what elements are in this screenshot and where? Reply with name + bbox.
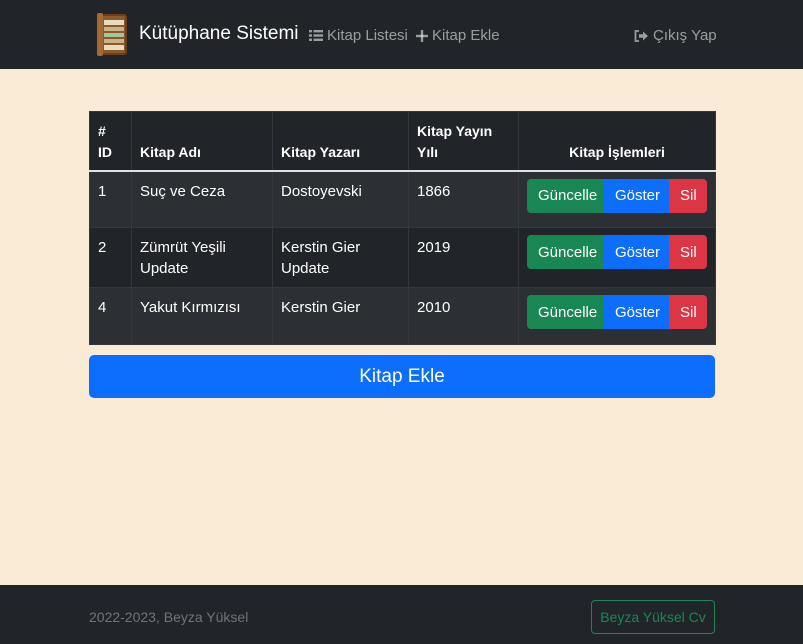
update-button[interactable]: Güncelle	[527, 178, 604, 213]
show-button[interactable]: Göster	[604, 178, 669, 213]
cell-book-name: Zümrüt Yeşili Update	[131, 227, 273, 288]
delete-button[interactable]: Sil	[669, 295, 707, 329]
cell-year: 1866	[408, 170, 519, 228]
plus-icon	[416, 29, 428, 42]
cell-author: Kerstin Gier	[272, 287, 409, 345]
nav-link-add-book[interactable]: Kitap Ekle	[416, 27, 500, 44]
show-button[interactable]: Göster	[604, 235, 669, 269]
cell-id: 1	[89, 170, 132, 228]
cell-book-name: Suç ve Ceza	[131, 170, 273, 228]
cell-author: Dostoyevski	[272, 170, 409, 228]
action-button-group: Güncelle Göster Sil	[527, 295, 707, 329]
nav-link-book-list[interactable]: Kitap Listesi	[309, 27, 408, 44]
cell-year: 2019	[408, 227, 519, 288]
delete-button[interactable]: Sil	[669, 178, 707, 213]
navbar: Kütüphane Sistemi Kitap Listesi Kitap Ek…	[0, 0, 803, 69]
list-icon	[309, 30, 323, 41]
delete-button[interactable]: Sil	[669, 235, 707, 269]
cell-id: 2	[89, 227, 132, 288]
nav-link-label: Kitap Ekle	[432, 27, 500, 44]
header-year-label-2: Yılı	[417, 143, 439, 160]
action-button-group: Güncelle Göster Sil	[527, 178, 707, 213]
header-book-name: Kitap Adı	[131, 111, 273, 172]
cell-actions: Güncelle Göster Sil	[518, 170, 716, 228]
cv-button[interactable]: Beyza Yüksel Cv	[591, 600, 715, 634]
footer-copyright: 2022-2023, Beyza Yüksel	[89, 609, 249, 625]
cell-book-name: Yakut Kırmızısı	[131, 287, 273, 345]
nav-link-label: Kitap Listesi	[327, 27, 408, 44]
nav-link-logout[interactable]: Çıkış Yap	[634, 27, 717, 44]
header-hash-label: #	[98, 122, 106, 139]
update-button[interactable]: Güncelle	[527, 235, 604, 269]
cell-actions: Güncelle Göster Sil	[518, 287, 716, 345]
nav-link-label: Çıkış Yap	[653, 27, 717, 44]
cell-actions: Güncelle Göster Sil	[518, 227, 716, 288]
book-logo-icon[interactable]	[95, 12, 129, 57]
header-actions: Kitap İşlemleri	[518, 111, 716, 172]
header-year: Kitap Yayın Yılı	[408, 111, 519, 172]
books-table: # ID Kitap Adı Kitap Yazarı Kitap Yayın …	[89, 111, 716, 345]
update-button[interactable]: Güncelle	[527, 295, 604, 329]
footer: 2022-2023, Beyza Yüksel Beyza Yüksel Cv	[0, 585, 803, 644]
brand-title[interactable]: Kütüphane Sistemi	[139, 23, 299, 45]
add-book-button[interactable]: Kitap Ekle	[89, 355, 715, 398]
header-id: # ID	[89, 111, 132, 172]
table-row: 2 Zümrüt Yeşili Update Kerstin Gier Upda…	[89, 227, 716, 288]
header-year-label-1: Kitap Yayın	[417, 122, 493, 139]
header-author: Kitap Yazarı	[272, 111, 409, 172]
cell-author: Kerstin Gier Update	[272, 227, 409, 288]
table-header-row: # ID Kitap Adı Kitap Yazarı Kitap Yayın …	[89, 111, 716, 172]
sign-out-icon	[634, 29, 648, 42]
table-row: 1 Suç ve Ceza Dostoyevski 1866 Güncelle …	[89, 170, 716, 228]
table-row: 4 Yakut Kırmızısı Kerstin Gier 2010 Günc…	[89, 287, 716, 345]
show-button[interactable]: Göster	[604, 295, 669, 329]
action-button-group: Güncelle Göster Sil	[527, 235, 707, 269]
cell-id: 4	[89, 287, 132, 345]
header-id-label: ID	[98, 143, 112, 160]
cell-year: 2010	[408, 287, 519, 345]
